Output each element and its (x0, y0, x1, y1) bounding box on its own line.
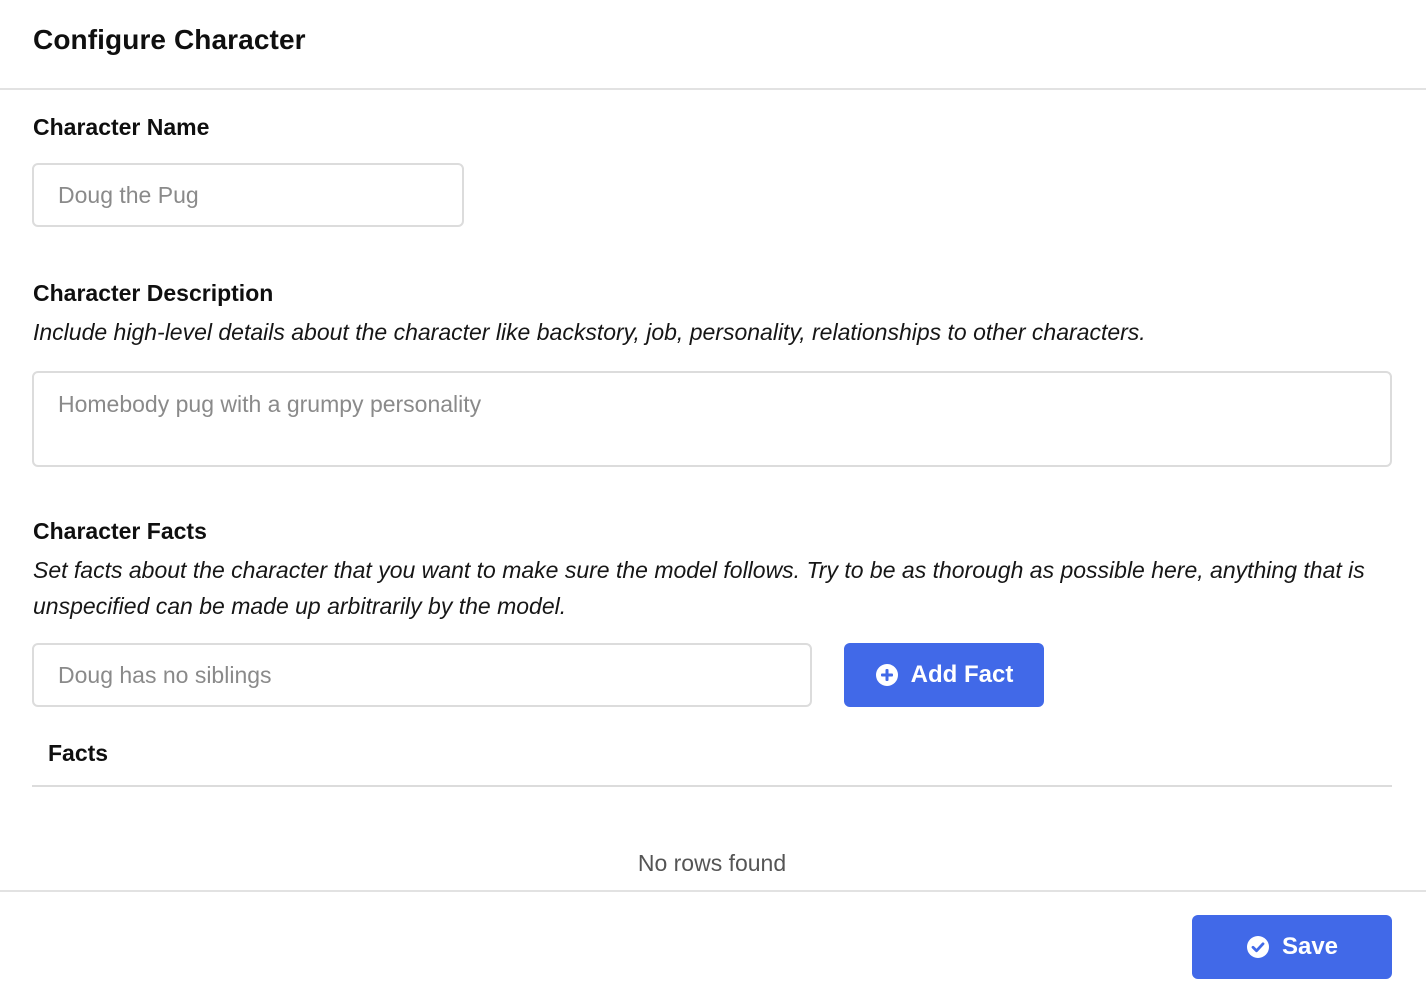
save-button-label: Save (1281, 933, 1339, 960)
character-facts-label: Character Facts (33, 518, 207, 544)
character-description-label: Character Description (33, 280, 274, 306)
character-fact-input[interactable] (32, 643, 812, 707)
page-title: Configure Character (33, 24, 306, 55)
plus-circle-icon (875, 663, 899, 687)
panel-header: Configure Character (0, 0, 1426, 90)
facts-empty-state: No rows found (637, 850, 787, 876)
character-facts-help: Set facts about the character that you w… (33, 557, 1365, 619)
character-description-help: Include high-level details about the cha… (33, 319, 1146, 345)
add-fact-button-label: Add Fact (910, 661, 1014, 688)
facts-table-header: Facts (32, 730, 1392, 787)
character-description-input[interactable] (32, 371, 1392, 467)
configure-character-panel: Configure Character Character Name Chara… (0, 0, 1426, 996)
check-circle-icon (1246, 935, 1270, 959)
save-button[interactable]: Save (1192, 915, 1392, 979)
facts-column-header: Facts (48, 740, 109, 766)
character-name-input[interactable] (32, 163, 464, 227)
panel-footer: Save (0, 890, 1426, 996)
add-fact-button[interactable]: Add Fact (844, 643, 1044, 707)
character-name-label: Character Name (33, 114, 210, 140)
